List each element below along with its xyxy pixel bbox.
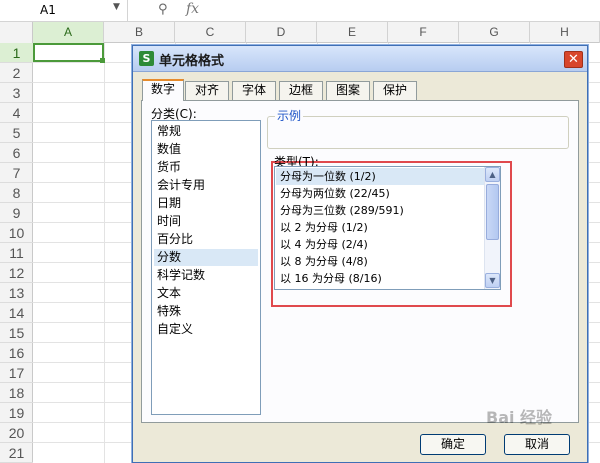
category-item[interactable]: 自定义 — [154, 321, 258, 338]
column-header-g[interactable]: G — [459, 22, 530, 43]
ok-button[interactable]: 确定 — [420, 434, 486, 455]
format-cells-dialog: S 单元格格式 ✕ 数字 对齐 字体 边框 图案 保护 分类(C): 常规 数值… — [132, 45, 588, 463]
column-header-f[interactable]: F — [388, 22, 459, 43]
tab-font[interactable]: 字体 — [232, 81, 276, 100]
category-item[interactable]: 百分比 — [154, 231, 258, 248]
type-list[interactable]: 分母为一位数 (1/2) 分母为两位数 (22/45) 分母为三位数 (289/… — [274, 166, 501, 290]
grid-line — [104, 43, 105, 463]
category-item-selected[interactable]: 分数 — [154, 249, 258, 266]
tab-pattern[interactable]: 图案 — [326, 81, 370, 100]
category-item[interactable]: 特殊 — [154, 303, 258, 320]
category-item[interactable]: 文本 — [154, 285, 258, 302]
row-header[interactable]: 5 — [0, 123, 33, 143]
type-item[interactable]: 分母为两位数 (22/45) — [276, 185, 485, 202]
row-header[interactable]: 1 — [0, 43, 33, 63]
type-item[interactable]: 分母为三位数 (289/591) — [276, 202, 485, 219]
scroll-thumb[interactable] — [486, 184, 499, 240]
type-item[interactable]: 以 4 为分母 (2/4) — [276, 236, 485, 253]
row-header[interactable]: 9 — [0, 203, 33, 223]
row-header[interactable]: 18 — [0, 383, 33, 403]
category-item[interactable]: 常规 — [154, 123, 258, 140]
sample-group — [267, 116, 569, 149]
type-item-selected[interactable]: 分母为一位数 (1/2) — [276, 168, 485, 185]
category-item[interactable]: 会计专用 — [154, 177, 258, 194]
column-header-a[interactable]: A — [33, 22, 104, 43]
column-header-b[interactable]: B — [104, 22, 175, 43]
row-header[interactable]: 21 — [0, 443, 33, 463]
column-header-h[interactable]: H — [530, 22, 600, 43]
type-item[interactable]: 以 2 为分母 (1/2) — [276, 219, 485, 236]
type-list-scrollbar[interactable]: ▲ ▼ — [484, 167, 500, 289]
select-all-corner[interactable] — [0, 22, 33, 43]
selected-cell-a1[interactable] — [33, 43, 104, 62]
name-box[interactable]: A1 ▼ — [0, 0, 128, 22]
row-header[interactable]: 14 — [0, 303, 33, 323]
row-header[interactable]: 13 — [0, 283, 33, 303]
row-header[interactable]: 16 — [0, 343, 33, 363]
cancel-button[interactable]: 取消 — [504, 434, 570, 455]
tab-protection[interactable]: 保护 — [373, 81, 417, 100]
zoom-icon[interactable]: ⚲ — [158, 2, 168, 17]
column-header-e[interactable]: E — [317, 22, 388, 43]
row-header[interactable]: 3 — [0, 83, 33, 103]
category-item[interactable]: 日期 — [154, 195, 258, 212]
row-header[interactable]: 11 — [0, 243, 33, 263]
category-item[interactable]: 时间 — [154, 213, 258, 230]
type-item[interactable]: 以 16 为分母 (8/16) — [276, 270, 485, 287]
type-item[interactable]: 以 8 为分母 (4/8) — [276, 253, 485, 270]
close-button[interactable]: ✕ — [564, 51, 583, 68]
row-header[interactable]: 17 — [0, 363, 33, 383]
row-header[interactable]: 8 — [0, 183, 33, 203]
scroll-down-icon[interactable]: ▼ — [485, 273, 500, 288]
row-header[interactable]: 10 — [0, 223, 33, 243]
dialog-title: 单元格格式 — [159, 54, 225, 69]
fill-handle[interactable] — [100, 58, 105, 63]
category-list[interactable]: 常规 数值 货币 会计专用 日期 时间 百分比 分数 科学记数 文本 特殊 自定… — [151, 120, 261, 415]
tab-alignment[interactable]: 对齐 — [185, 81, 229, 100]
row-header[interactable]: 15 — [0, 323, 33, 343]
column-header-d[interactable]: D — [246, 22, 317, 43]
tab-border[interactable]: 边框 — [279, 81, 323, 100]
row-header[interactable]: 7 — [0, 163, 33, 183]
category-item[interactable]: 科学记数 — [154, 267, 258, 284]
chevron-down-icon[interactable]: ▼ — [113, 2, 120, 12]
sample-label: 示例 — [275, 107, 304, 124]
dialog-titlebar[interactable]: S 单元格格式 ✕ — [133, 46, 587, 72]
fx-icon[interactable]: fx — [186, 1, 199, 17]
row-header[interactable]: 19 — [0, 403, 33, 423]
category-item[interactable]: 数值 — [154, 141, 258, 158]
baidu-watermark: Bai 经验 — [486, 408, 553, 427]
name-box-value: A1 — [40, 3, 56, 17]
tab-number[interactable]: 数字 — [142, 79, 184, 101]
row-header[interactable]: 6 — [0, 143, 33, 163]
row-header[interactable]: 12 — [0, 263, 33, 283]
app-logo-icon: S — [139, 51, 154, 66]
category-item[interactable]: 货币 — [154, 159, 258, 176]
row-header[interactable]: 2 — [0, 63, 33, 83]
row-header[interactable]: 4 — [0, 103, 33, 123]
column-header-c[interactable]: C — [175, 22, 246, 43]
scroll-up-icon[interactable]: ▲ — [485, 167, 500, 182]
row-header[interactable]: 20 — [0, 423, 33, 443]
